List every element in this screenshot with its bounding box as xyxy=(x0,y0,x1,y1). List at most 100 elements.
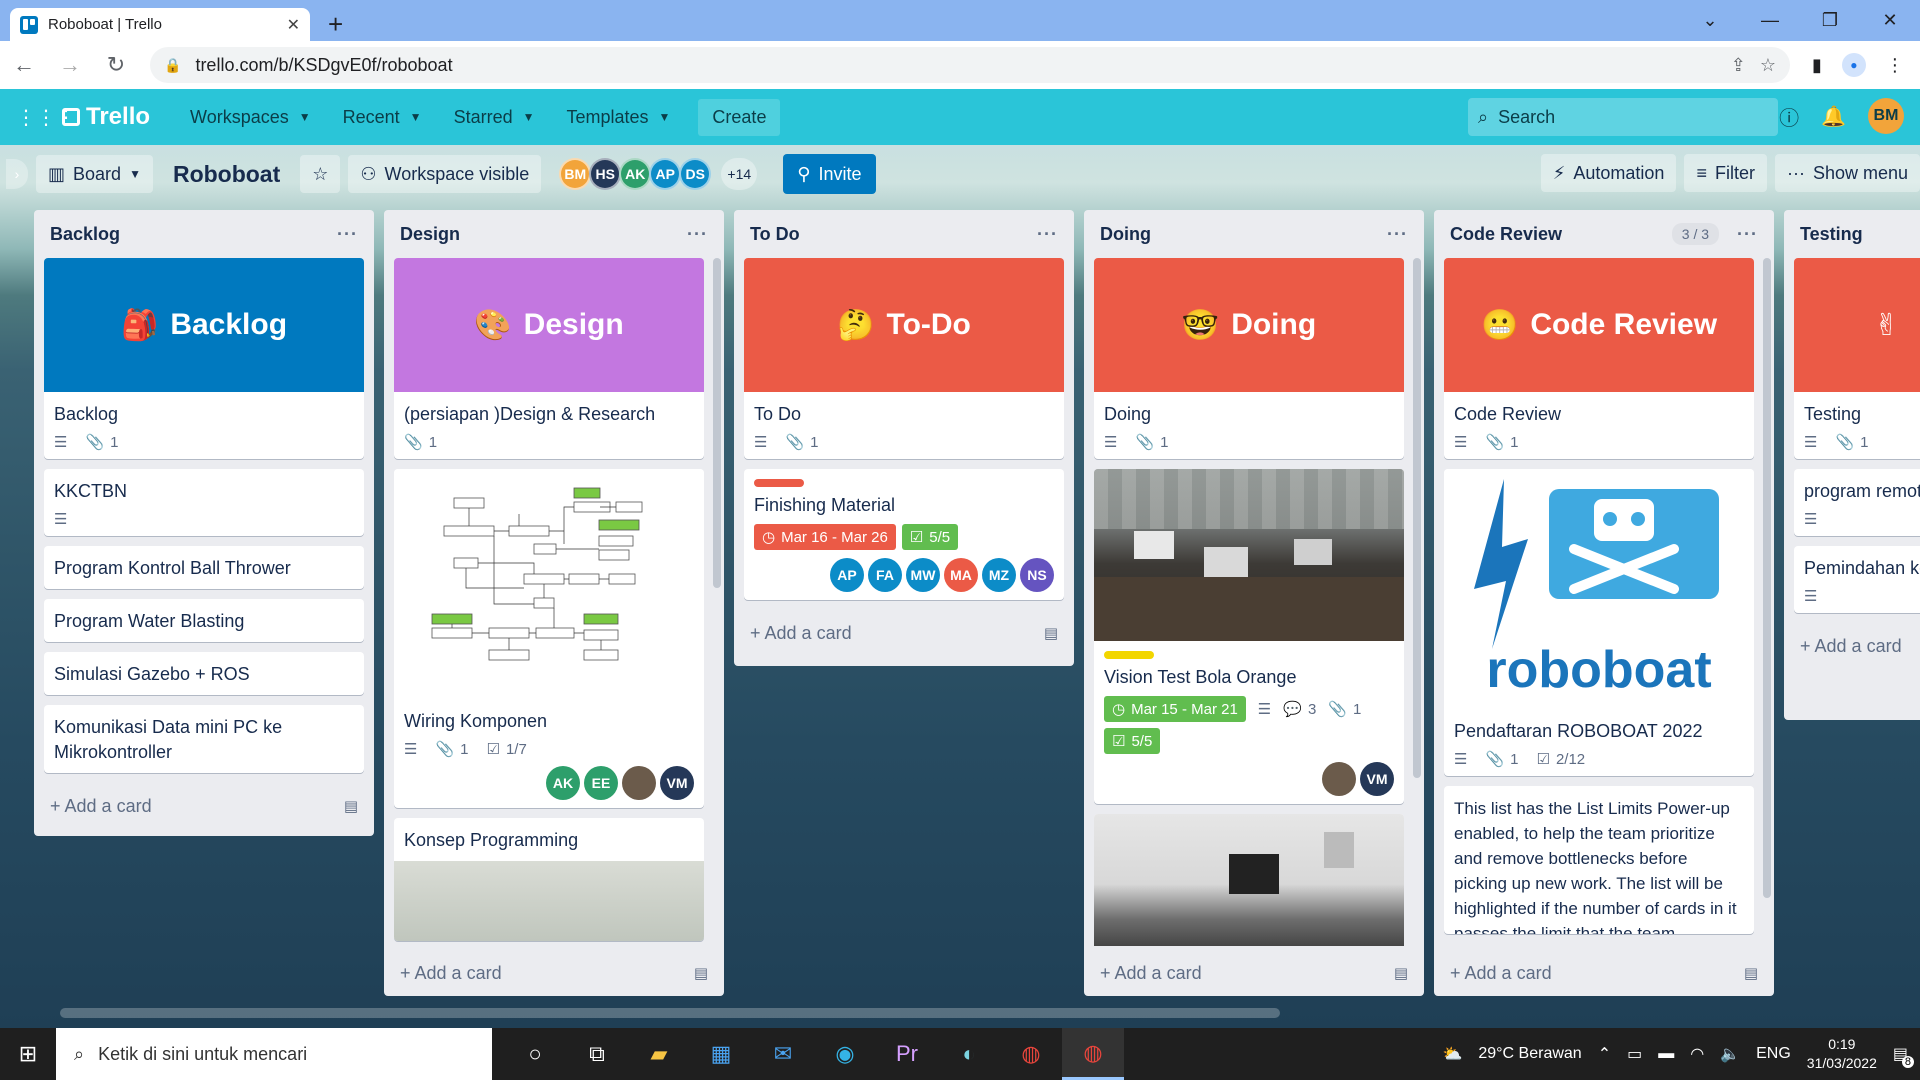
tray-expand-icon[interactable]: ⌃ xyxy=(1598,1044,1611,1064)
list-scrollbar[interactable] xyxy=(1413,258,1421,778)
notifications-bell-icon[interactable]: 🔔 xyxy=(1821,104,1846,129)
close-window-icon[interactable]: ✕ xyxy=(1860,10,1920,31)
list-card[interactable]: Pemindahan komponen KAPAL ☰ xyxy=(1794,546,1920,613)
minimize-icon[interactable]: — xyxy=(1740,10,1800,31)
back-icon[interactable]: ← xyxy=(12,52,36,78)
taskbar-search-input[interactable]: ⌕ Ketik di sini untuk mencari xyxy=(56,1028,492,1080)
member-avatar[interactable]: NS xyxy=(1020,558,1054,592)
list-card[interactable]: Wiring Komponen ☰ 📎 1 ☑ 1/7 AK EE VM xyxy=(394,469,704,808)
list-card[interactable]: This list has the List Limits Power-up e… xyxy=(1444,786,1754,934)
list-title[interactable]: Doing xyxy=(1100,224,1151,245)
board-member-avatar[interactable]: AK xyxy=(619,158,652,190)
list-card[interactable]: roboboat Pendaftaran ROBOBOAT 2022 ☰ 📎 1 ☑ 2… xyxy=(1444,469,1754,776)
battery-icon[interactable]: ▬ xyxy=(1658,1045,1674,1063)
mail-icon[interactable]: ✉ xyxy=(752,1028,814,1080)
list-card[interactable]: Komunikasi Data mini PC ke Mikrokontroll… xyxy=(44,705,364,773)
add-card-button[interactable]: + Add a card ▤ xyxy=(1444,950,1764,996)
list-card[interactable] xyxy=(1094,814,1404,946)
app-icon[interactable]: ◐ xyxy=(938,1028,1000,1080)
list-title[interactable]: Testing xyxy=(1800,224,1863,245)
list-header[interactable]: Doing ··· xyxy=(1094,210,1414,258)
info-icon[interactable]: ⓘ xyxy=(1779,102,1799,131)
list-card[interactable]: Konsep Programming xyxy=(394,818,704,941)
clock[interactable]: 0:19 31/03/2022 xyxy=(1807,1035,1877,1073)
notification-center-icon[interactable]: ▤ 8 xyxy=(1893,1044,1914,1068)
list-card[interactable]: program remote ☰ xyxy=(1794,469,1920,536)
reload-icon[interactable]: ↻ xyxy=(104,52,128,78)
trello-logo[interactable]: Trello xyxy=(62,103,150,131)
board-horizontal-scrollbar[interactable] xyxy=(60,1008,1280,1018)
list-card[interactable]: 🤓 Doing Doing ☰ 📎 1 xyxy=(1094,258,1404,459)
member-avatar[interactable]: AP xyxy=(830,558,864,592)
list-card[interactable]: 🤔 To-Do To Do ☰ 📎 1 xyxy=(744,258,1064,459)
user-avatar[interactable]: BM xyxy=(1868,98,1904,134)
wifi-icon[interactable]: ◠ xyxy=(1690,1044,1704,1064)
member-avatar[interactable]: AK xyxy=(546,766,580,800)
board-title[interactable]: Roboboat xyxy=(161,161,292,188)
list-title[interactable]: To Do xyxy=(750,224,800,245)
forward-icon[interactable]: → xyxy=(58,52,82,78)
member-avatar[interactable]: MA xyxy=(944,558,978,592)
member-photo-avatar[interactable] xyxy=(622,766,656,800)
browser-tab[interactable]: Roboboat | Trello ✕ xyxy=(10,8,310,41)
lock-icon[interactable]: 🔒 xyxy=(164,57,181,74)
list-card[interactable]: 😬 Code Review Code Review ☰ 📎 1 xyxy=(1444,258,1754,459)
list-header[interactable]: To Do ··· xyxy=(744,210,1064,258)
board-member-avatar[interactable]: DS xyxy=(679,158,712,190)
list-title[interactable]: Design xyxy=(400,224,460,245)
search-input[interactable]: ⌕ Search xyxy=(1468,98,1778,136)
member-avatar[interactable]: EE xyxy=(584,766,618,800)
task-view-icon[interactable]: ⧉ xyxy=(566,1028,628,1080)
tab-search-icon[interactable]: ⌄ xyxy=(1680,10,1740,31)
list-menu-icon[interactable]: ··· xyxy=(1737,224,1758,245)
list-card[interactable]: Program Kontrol Ball Thrower xyxy=(44,546,364,589)
member-avatar[interactable]: VM xyxy=(1360,762,1394,796)
chrome-icon[interactable]: ◍ xyxy=(1000,1028,1062,1080)
list-header[interactable]: Backlog ··· xyxy=(44,210,364,258)
list-header[interactable]: Testing··· xyxy=(1794,210,1920,258)
list-header[interactable]: Design ··· xyxy=(394,210,714,258)
due-date-badge[interactable]: ◷ Mar 16 - Mar 26 xyxy=(754,524,896,550)
close-tab-icon[interactable]: ✕ xyxy=(287,15,300,35)
due-date-badge[interactable]: ◷ Mar 15 - Mar 21 xyxy=(1104,696,1246,722)
bookmark-star-icon[interactable]: ☆ xyxy=(1760,55,1776,76)
add-card-button[interactable]: + Add a card ▤ xyxy=(744,610,1064,656)
menu-workspaces[interactable]: Workspaces ▼ xyxy=(178,99,323,136)
list-card[interactable]: ✌ Testing ☰ 📎 1 xyxy=(1794,258,1920,459)
card-template-icon[interactable]: ▤ xyxy=(1044,624,1058,642)
share-icon[interactable]: ⇪ xyxy=(1731,55,1746,76)
member-avatar[interactable]: MW xyxy=(906,558,940,592)
file-explorer-icon[interactable]: ▰ xyxy=(628,1028,690,1080)
cortana-icon[interactable]: ○ xyxy=(504,1028,566,1080)
card-template-icon[interactable]: ▤ xyxy=(344,797,358,815)
language-indicator[interactable]: ENG xyxy=(1756,1045,1791,1063)
invite-button[interactable]: ⚲ Invite xyxy=(783,154,876,194)
list-menu-icon[interactable]: ··· xyxy=(687,224,708,245)
list-scrollbar[interactable] xyxy=(713,258,721,588)
edge-icon[interactable]: ◉ xyxy=(814,1028,876,1080)
url-text[interactable]: trello.com/b/KSDgvE0f/roboboat xyxy=(195,55,1716,76)
list-title[interactable]: Backlog xyxy=(50,224,120,245)
list-card[interactable]: KKCTBN ☰ xyxy=(44,469,364,536)
windows-start-icon[interactable]: ⊞ xyxy=(0,1041,56,1067)
list-header[interactable]: Code Review 3 / 3 ··· xyxy=(1444,210,1764,258)
weather-icon[interactable]: ⛅ xyxy=(1442,1044,1462,1064)
list-scrollbar[interactable] xyxy=(1763,258,1771,898)
more-members-badge[interactable]: +14 xyxy=(721,158,758,190)
add-card-button[interactable]: + Add a card ▤ xyxy=(1094,950,1414,996)
add-card-button[interactable]: + Add a card ▤ xyxy=(44,783,364,829)
list-title[interactable]: Code Review xyxy=(1450,224,1562,245)
list-menu-icon[interactable]: ··· xyxy=(337,224,358,245)
list-card[interactable]: 🎒 Backlog Backlog ☰ 📎 1 xyxy=(44,258,364,459)
browser-menu-icon[interactable]: ⋮ xyxy=(1886,55,1904,76)
show-menu-button[interactable]: ··· Show menu xyxy=(1774,154,1920,192)
volume-icon[interactable]: 🔈 xyxy=(1720,1044,1740,1064)
new-tab-button[interactable]: + xyxy=(328,11,343,37)
member-avatar[interactable]: VM xyxy=(660,766,694,800)
app-switcher-icon[interactable]: ⋮⋮⋮ xyxy=(16,105,76,130)
star-board-button[interactable]: ☆ xyxy=(300,155,341,193)
sidepanel-icon[interactable]: ▮ xyxy=(1812,55,1822,76)
device-icon[interactable]: ▭ xyxy=(1627,1044,1642,1064)
menu-templates[interactable]: Templates ▼ xyxy=(554,99,682,136)
add-card-button[interactable]: + Add a card xyxy=(1794,623,1920,669)
